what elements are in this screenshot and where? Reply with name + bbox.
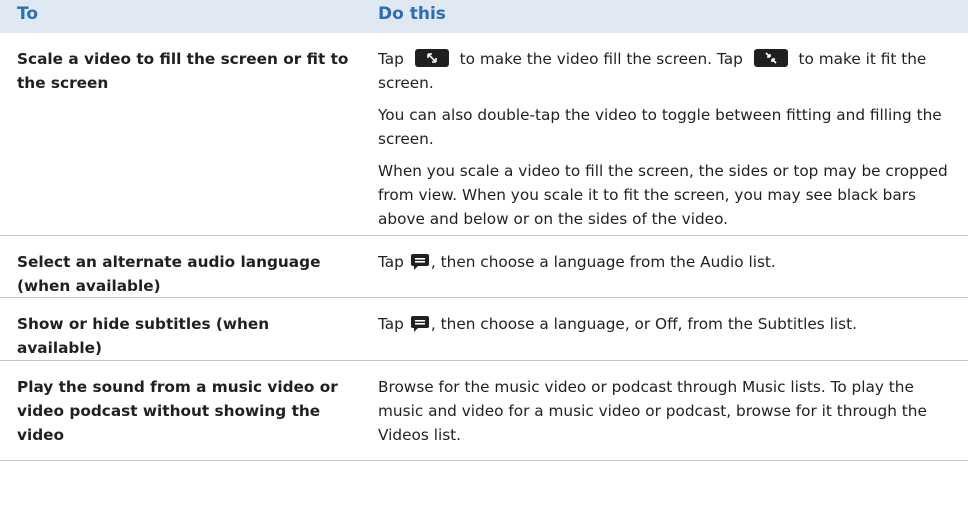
scale-fill-icon — [414, 49, 449, 67]
instruction-paragraph: When you scale a video to fill the scree… — [378, 162, 948, 228]
row-task: Show or hide subtitles (when available) — [17, 315, 270, 357]
instruction-text: Tap — [378, 253, 404, 271]
table-row: Scale a video to fill the screen or fit … — [0, 33, 968, 236]
instruction-text: Tap — [378, 50, 404, 68]
instruction-text: Tap — [378, 315, 404, 333]
row-instructions: Tap , then choose a language from the Au… — [378, 250, 958, 274]
audio-subtitles-bubble-icon — [410, 316, 429, 332]
instruction-text: , then choose a language from the Audio … — [430, 253, 776, 271]
table-row: Select an alternate audio language (when… — [0, 236, 968, 298]
scale-fit-icon — [753, 49, 788, 67]
instruction-paragraph: Tap to make the video fill the screen. T… — [378, 47, 958, 95]
audio-subtitles-bubble-icon — [410, 254, 429, 270]
row-task: Play the sound from a music video or vid… — [17, 378, 338, 444]
table-row: Show or hide subtitles (when available) … — [0, 298, 968, 361]
instruction-text: , then choose a language, or Off, from t… — [430, 315, 857, 333]
table-header: To Do this — [0, 0, 968, 33]
table-row: Play the sound from a music video or vid… — [0, 361, 968, 461]
header-to: To — [17, 4, 39, 24]
instruction-text: to make the video fill the screen. Tap — [459, 50, 743, 68]
row-instructions: Tap , then choose a language, or Off, fr… — [378, 312, 958, 336]
header-do-this: Do this — [378, 4, 446, 24]
row-task: Select an alternate audio language (when… — [17, 253, 321, 295]
row-instructions: Tap to make the video fill the screen. T… — [378, 47, 958, 231]
instruction-table: To Do this Scale a video to fill the scr… — [0, 0, 968, 461]
row-instructions: Browse for the music video or podcast th… — [378, 378, 927, 444]
instruction-paragraph: You can also double-tap the video to tog… — [378, 106, 942, 148]
row-task: Scale a video to fill the screen or fit … — [17, 50, 349, 92]
